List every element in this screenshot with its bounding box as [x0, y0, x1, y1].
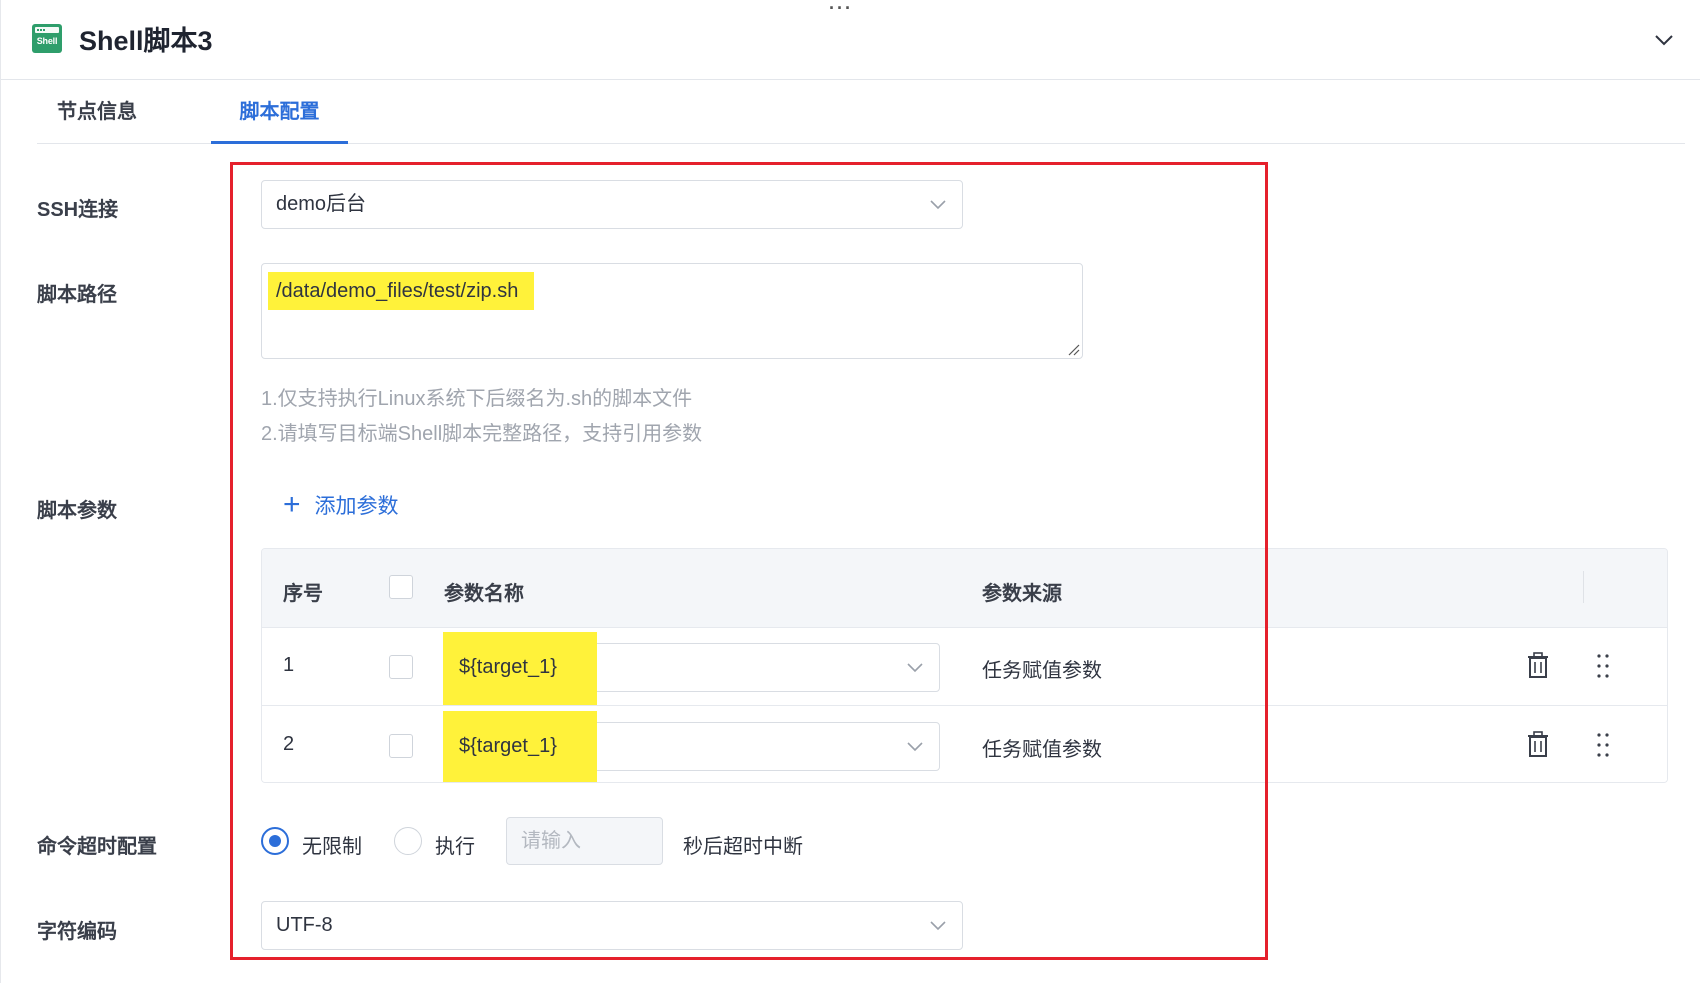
timeout-label: 命令超时配置	[37, 836, 157, 858]
annotation-box	[230, 162, 1268, 960]
encoding-label: 字符编码	[37, 921, 117, 943]
shell-icon-text: Shell	[36, 36, 58, 46]
trash-icon[interactable]	[1526, 652, 1550, 680]
drag-handle-icon[interactable]	[1591, 731, 1615, 759]
panel-header: Shell Shell脚本3	[1, 0, 1700, 80]
script-path-label: 脚本路径	[37, 284, 117, 306]
shell-icon: Shell	[32, 24, 62, 53]
tab-bar: 节点信息 脚本配置	[37, 80, 1685, 144]
ssh-label: SSH连接	[37, 199, 119, 221]
tab-script-config[interactable]: 脚本配置	[211, 80, 348, 144]
drag-handle-icon[interactable]	[1591, 652, 1615, 680]
trash-icon[interactable]	[1526, 731, 1550, 759]
shell-script-panel: ··· Shell Shell脚本3 节点信息 脚本配置 SSH连接 demo后…	[0, 0, 1700, 983]
tab-node-info[interactable]: 节点信息	[37, 80, 157, 144]
page-title: Shell脚本3	[79, 26, 213, 56]
script-params-label: 脚本参数	[37, 500, 117, 522]
chevron-down-icon[interactable]	[1650, 26, 1678, 54]
column-divider[interactable]	[1583, 571, 1584, 603]
